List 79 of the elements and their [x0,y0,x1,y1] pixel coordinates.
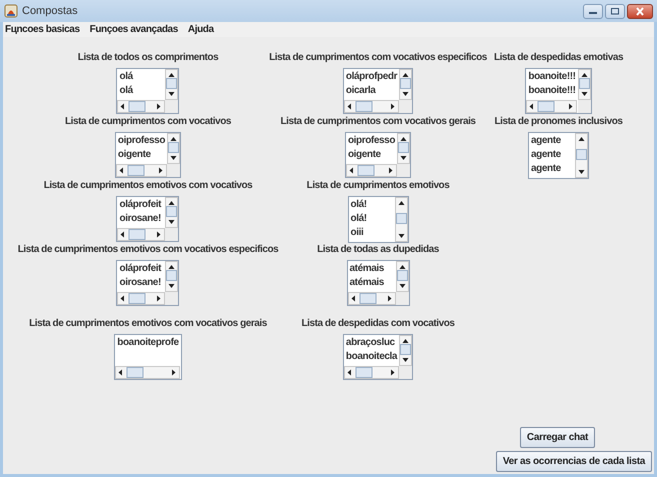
list-item[interactable]: oláprofpedr [346,70,398,84]
action-button[interactable]: Ver as ocorrencias de cada lista [496,451,652,472]
list-item[interactable]: olá [119,84,164,98]
horizontal-scrollbar[interactable] [344,100,399,113]
close-button[interactable] [627,4,653,18]
list-item[interactable]: boanoitecla [346,350,398,364]
scrollbar-corner [165,292,178,305]
vertical-scrollbar[interactable] [578,69,591,100]
horizontal-scrollbar[interactable] [115,366,180,379]
list-item[interactable]: boanoite!!! [528,70,576,84]
list-item[interactable]: oigente [348,148,396,162]
horizontal-scrollbar[interactable] [117,228,166,241]
vertical-scrollbar[interactable] [397,133,410,164]
action-button[interactable]: Carregar chat [520,427,596,448]
menu-item[interactable]: Fцncoes basicas [5,23,80,36]
scrollbar-corner [165,100,178,113]
list-item[interactable]: oiprofesso [348,134,396,148]
list-label: Lista de cumprimentos emotivos com vocativos gerais [29,318,267,330]
list-item[interactable]: oirosane! [119,212,164,226]
maximize-button[interactable] [605,4,625,18]
list-item[interactable]: olá! [350,198,392,212]
list-label: Lista de cumprimentos emotivos com vocativos especificos [18,244,278,256]
vertical-scrollbar[interactable] [396,261,408,292]
vertical-scrollbar[interactable] [165,261,178,292]
vertical-scrollbar[interactable] [575,133,588,178]
list-item[interactable]: atémais [350,276,394,290]
list-label: Lista de cumprimentos emotivos com vocativos [44,180,252,192]
window-title: Compostas [22,4,78,19]
list-item[interactable]: olá [119,70,164,84]
vertical-scrollbar[interactable] [165,69,178,100]
horizontal-scrollbar[interactable] [344,366,399,379]
vertical-scrollbar[interactable] [165,197,178,228]
scrollbar-corner [165,228,178,241]
list-item[interactable]: agente [531,134,573,148]
list-item[interactable]: boanoiteprofe [117,336,179,350]
menu-item[interactable]: Funçoes avançadas [90,23,178,36]
app-icon [4,4,18,18]
list-item[interactable]: olá! [350,212,392,226]
horizontal-scrollbar[interactable] [526,100,578,113]
list-item[interactable]: agente [531,148,573,162]
scrollbar-corner [167,164,180,177]
maximize-icon [610,7,620,15]
list-item[interactable]: agente [531,162,573,176]
scrollbar-corner [399,100,412,113]
list-label: Lista de todos os comprimentos [78,52,218,64]
list-item[interactable]: atémais [350,262,394,276]
list-item[interactable]: oigente [118,148,166,162]
list-label: Lista de todas as dupedidas [317,244,439,256]
horizontal-scrollbar[interactable] [116,164,167,177]
scrollbar-corner [397,164,410,177]
list-label: Lista de cumprimentos com vocativos [65,116,231,128]
list-label: Lista de cumprimentos emotivos [306,180,450,192]
vertical-scrollbar[interactable] [167,133,180,164]
list-label: Lista de cumprimentos com vocativos gerais [280,116,476,128]
scrollbar-corner [578,100,591,113]
close-icon [635,6,645,16]
list-label: Lista de cumprimentos com vocativos especificos [269,52,487,64]
minimize-button[interactable] [583,4,603,18]
menu-item[interactable]: Ajuda [188,23,214,36]
list-item[interactable]: oirosane! [119,276,164,290]
horizontal-scrollbar[interactable] [117,292,166,305]
scrollbar-corner [399,366,412,379]
horizontal-scrollbar[interactable] [117,100,166,113]
list-item[interactable]: oiprofesso [118,134,166,148]
list-label: Lista de pronomes inclusivos [494,116,622,128]
list-item[interactable]: oláprofeit [119,262,164,276]
list-item[interactable]: oiii [350,226,392,240]
list-label: Lista de despedidas com vocativos [302,318,454,330]
list-item[interactable]: oláprofeit [119,198,164,212]
horizontal-scrollbar[interactable] [346,164,397,177]
vertical-scrollbar[interactable] [399,335,412,366]
list-item[interactable]: boanoite!!! [528,84,576,98]
list-item[interactable]: abraçosluc [346,336,398,350]
list-label: Lista de despedidas emotivas [494,52,624,64]
horizontal-scrollbar[interactable] [348,292,396,305]
list-item[interactable]: oicarla [346,84,398,98]
vertical-scrollbar[interactable] [399,69,412,100]
vertical-scrollbar[interactable] [394,197,408,242]
scrollbar-corner [396,292,408,305]
